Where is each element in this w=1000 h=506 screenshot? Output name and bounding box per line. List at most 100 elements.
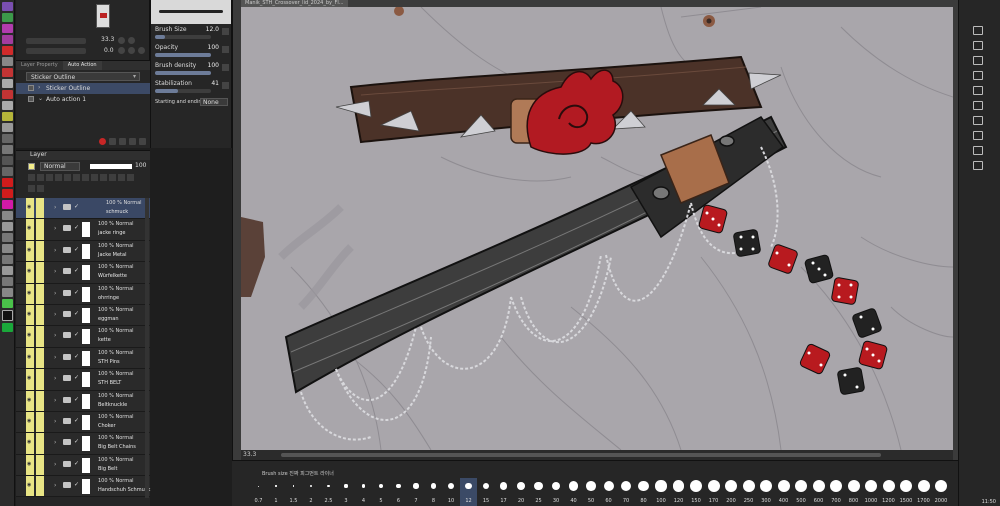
- tool-icon[interactable]: [2, 255, 13, 264]
- check-icon[interactable]: ✓: [74, 460, 79, 467]
- action-item[interactable]: › Sticker Outline: [16, 83, 150, 94]
- layer-scrollbar[interactable]: [145, 198, 149, 498]
- chevron-right-icon[interactable]: ›: [54, 397, 56, 404]
- brush-size-item[interactable]: 10: [443, 478, 460, 506]
- zoom-in-icon[interactable]: [118, 37, 125, 44]
- rotate-right-icon[interactable]: [128, 47, 135, 54]
- brush-size-item[interactable]: 150: [688, 478, 705, 506]
- brush-size-item[interactable]: 1.5: [285, 478, 302, 506]
- merge-icon[interactable]: [127, 174, 134, 181]
- tool-icon[interactable]: [2, 288, 13, 297]
- brush-size-item[interactable]: 17: [495, 478, 512, 506]
- check-icon[interactable]: ✓: [74, 203, 79, 210]
- brush-size-item[interactable]: 40: [565, 478, 582, 506]
- tool-icon[interactable]: [2, 57, 13, 66]
- check-icon[interactable]: ✓: [74, 310, 79, 317]
- layer-row[interactable]: › ✓ 100 % Normal schmuck: [16, 198, 150, 220]
- brush-size-item[interactable]: 200: [723, 478, 740, 506]
- eye-icon[interactable]: [26, 262, 34, 283]
- brush-size-item[interactable]: 25: [530, 478, 547, 506]
- layer-opacity-value[interactable]: 100: [135, 162, 146, 169]
- blend-mode-select[interactable]: Normal: [40, 162, 80, 171]
- eye-icon[interactable]: [26, 219, 34, 240]
- layer-row[interactable]: › ✓ 100 % Normal Würfelkette: [16, 262, 150, 284]
- layer-row[interactable]: › ✓ 100 % Normal Choker: [16, 411, 150, 434]
- opacity-value[interactable]: 100: [208, 44, 219, 51]
- layer-color-chip[interactable]: [28, 163, 35, 170]
- brush-size-item[interactable]: 15: [478, 478, 495, 506]
- stabilization-slider[interactable]: [155, 89, 211, 93]
- action-set-select[interactable]: Sticker Outline: [26, 72, 140, 81]
- folder-icon[interactable]: [973, 86, 983, 95]
- tool-icon[interactable]: [2, 299, 13, 308]
- stabilization-settings-icon[interactable]: [222, 82, 229, 89]
- brush-size-item[interactable]: 300: [758, 478, 775, 506]
- canvas-zoom-value[interactable]: 33.3: [243, 451, 256, 458]
- tool-icon[interactable]: [2, 167, 13, 176]
- brush-size-item[interactable]: 20: [513, 478, 530, 506]
- folder-icon[interactable]: [973, 146, 983, 155]
- chevron-right-icon[interactable]: ›: [54, 375, 56, 382]
- brush-size-item[interactable]: 600: [810, 478, 827, 506]
- layer-row[interactable]: › ✓ 100 % Normal Big Belt Chains: [16, 433, 150, 455]
- brush-size-value[interactable]: 12.0: [206, 26, 219, 33]
- tool-icon[interactable]: [2, 24, 13, 33]
- eye-icon[interactable]: [26, 369, 34, 390]
- eye-icon[interactable]: [26, 240, 34, 262]
- lock-icon[interactable]: [36, 411, 44, 433]
- eye-icon[interactable]: [26, 326, 34, 347]
- tab-auto-action[interactable]: Auto Action: [62, 61, 102, 70]
- flip-icon[interactable]: [138, 47, 145, 54]
- start-end-select[interactable]: None: [200, 98, 228, 106]
- brush-size-item[interactable]: 50: [583, 478, 600, 506]
- folder-icon[interactable]: [973, 56, 983, 65]
- check-icon[interactable]: ✓: [74, 396, 79, 403]
- tool-icon[interactable]: [2, 68, 13, 77]
- folder-icon[interactable]: [973, 26, 983, 35]
- layer-row[interactable]: › ✓ 100 % Normal Beltknuckle: [16, 390, 150, 412]
- action-item[interactable]: ⌄ Auto action 1: [16, 94, 150, 105]
- brush-size-item[interactable]: 2.5: [320, 478, 337, 506]
- brush-size-settings-icon[interactable]: [222, 28, 229, 35]
- check-icon[interactable]: ✓: [74, 267, 79, 274]
- brush-size-item[interactable]: 30: [548, 478, 565, 506]
- tool-icon[interactable]: [2, 2, 13, 11]
- record-icon[interactable]: [99, 138, 106, 145]
- eye-icon[interactable]: [26, 454, 34, 476]
- eye-icon[interactable]: [26, 476, 34, 497]
- layer-row[interactable]: › ✓ 100 % Normal STH Pins: [16, 347, 150, 370]
- tool-icon[interactable]: [2, 266, 13, 275]
- lock-icon[interactable]: [36, 198, 44, 219]
- draft-icon[interactable]: [46, 174, 53, 181]
- opacity-slider[interactable]: [155, 53, 211, 57]
- brush-size-item[interactable]: 250: [740, 478, 757, 506]
- brush-size-item[interactable]: 500: [793, 478, 810, 506]
- copy-icon[interactable]: [129, 138, 136, 145]
- density-settings-icon[interactable]: [222, 64, 229, 71]
- lock-icon[interactable]: [36, 433, 44, 454]
- layer-row[interactable]: › ✓ 100 % Normal Handschuh Schmuck: [16, 476, 150, 498]
- reference-icon[interactable]: [37, 174, 44, 181]
- layer-row[interactable]: › ✓ 100 % Normal Big Belt: [16, 454, 150, 477]
- brush-size-item[interactable]: 70: [618, 478, 635, 506]
- check-icon[interactable]: ✓: [74, 481, 79, 488]
- brush-size-item[interactable]: 100: [653, 478, 670, 506]
- brush-size-item[interactable]: 4: [355, 478, 372, 506]
- lock-icon[interactable]: [36, 240, 44, 262]
- tool-icon[interactable]: [2, 244, 13, 253]
- lock-icon[interactable]: [36, 219, 44, 240]
- lock-icon[interactable]: [36, 304, 44, 326]
- lock-icon[interactable]: [36, 262, 44, 283]
- trash-icon[interactable]: [37, 185, 44, 192]
- brush-size-item[interactable]: 2000: [933, 478, 950, 506]
- eye-icon[interactable]: [26, 433, 34, 454]
- tool-icon[interactable]: [2, 233, 13, 242]
- folder-icon[interactable]: [973, 41, 983, 50]
- opacity-settings-icon[interactable]: [222, 46, 229, 53]
- tool-icon[interactable]: [2, 79, 13, 88]
- check-icon[interactable]: ✓: [74, 353, 79, 360]
- ruler-icon[interactable]: [82, 174, 89, 181]
- chevron-right-icon[interactable]: ›: [54, 204, 56, 211]
- rotate-left-icon[interactable]: [118, 47, 125, 54]
- chevron-right-icon[interactable]: ›: [54, 311, 56, 318]
